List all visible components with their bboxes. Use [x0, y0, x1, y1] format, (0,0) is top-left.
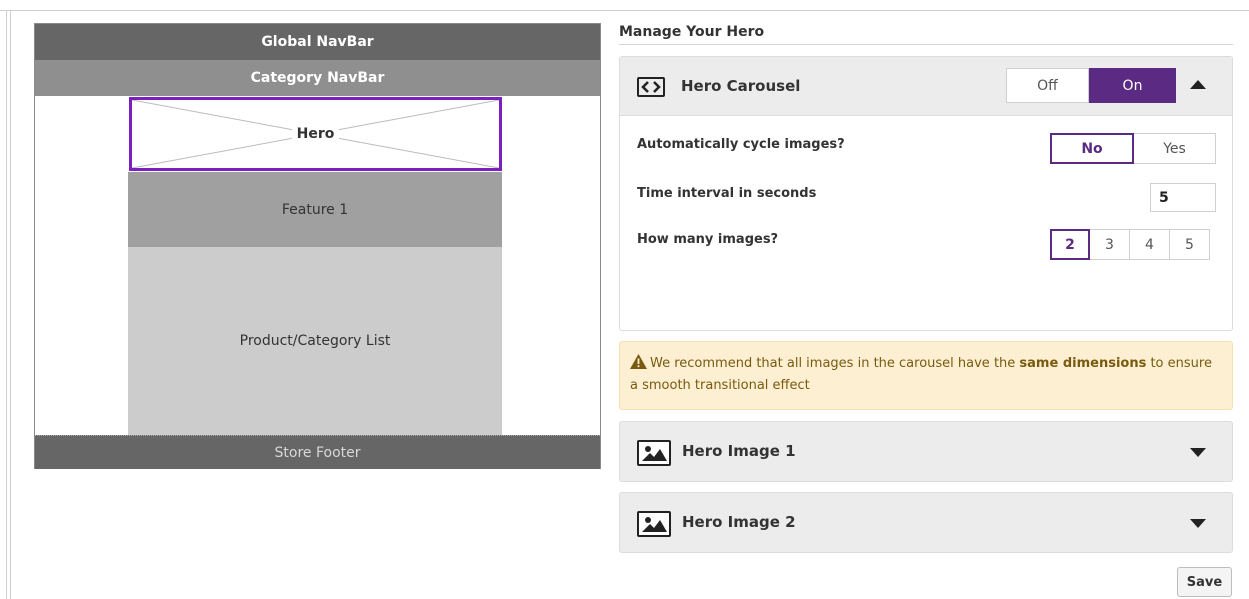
toggle-on-button[interactable]: On	[1089, 68, 1176, 103]
warning-text-emphasis: same dimensions	[1019, 356, 1147, 371]
layout-preview: Global NavBar Category NavBar Hero Featu…	[34, 23, 601, 469]
hero-carousel-title: Hero Carousel	[681, 77, 801, 95]
warning-text-start: We recommend that all images in the caro…	[650, 356, 1020, 371]
hero-image-1-header[interactable]: Hero Image 1	[619, 421, 1233, 482]
frame-left-border-inner	[10, 10, 11, 599]
hero-image-2-title: Hero Image 2	[682, 513, 796, 531]
preview-hero-label: Hero	[291, 126, 340, 142]
hero-carousel-section: Hero Carousel Off On Automatically cycle…	[619, 56, 1233, 331]
panel-title: Manage Your Hero	[619, 24, 765, 40]
cycle-images-label: Automatically cycle images?	[637, 137, 845, 152]
toggle-off-button[interactable]: Off	[1006, 68, 1089, 103]
preview-store-footer[interactable]: Store Footer	[35, 435, 600, 469]
preview-feature-block[interactable]: Feature 1	[128, 172, 502, 247]
frame-left-border	[6, 10, 7, 599]
image-count-option-2[interactable]: 2	[1050, 229, 1090, 260]
hero-image-2-header[interactable]: Hero Image 2	[619, 492, 1233, 553]
code-brackets-icon	[637, 77, 665, 97]
preview-category-navbar[interactable]: Category NavBar	[35, 60, 600, 96]
image-count-option-5[interactable]: 5	[1170, 229, 1210, 260]
dimensions-warning: We recommend that all images in the caro…	[619, 341, 1233, 410]
preview-category-navbar-label: Category NavBar	[250, 70, 385, 86]
save-button[interactable]: Save	[1177, 567, 1232, 597]
preview-product-list-block[interactable]: Product/Category List	[128, 247, 502, 435]
preview-hero-block[interactable]: Hero	[129, 97, 502, 171]
image-count-label: How many images?	[637, 232, 779, 247]
title-divider	[619, 44, 1233, 45]
preview-feature-label: Feature 1	[281, 201, 349, 218]
image-icon	[637, 440, 671, 466]
image-icon	[637, 511, 671, 537]
hero-carousel-header[interactable]: Hero Carousel Off On	[620, 57, 1232, 116]
chevron-down-icon[interactable]	[1190, 448, 1206, 457]
image-count-selector[interactable]: 2 3 4 5	[1050, 229, 1210, 260]
image-count-option-3[interactable]: 3	[1090, 229, 1130, 260]
time-interval-label: Time interval in seconds	[637, 186, 817, 201]
warning-triangle-icon	[630, 354, 647, 369]
cycle-images-toggle[interactable]: No Yes	[1050, 133, 1216, 164]
time-interval-input[interactable]: 5	[1150, 183, 1216, 212]
hero-image-1-title: Hero Image 1	[682, 442, 796, 460]
chevron-up-icon[interactable]	[1190, 80, 1206, 89]
chevron-down-icon[interactable]	[1190, 519, 1206, 528]
preview-store-footer-label: Store Footer	[274, 444, 361, 461]
frame-top-border	[0, 10, 1249, 11]
preview-global-navbar-label: Global NavBar	[261, 34, 374, 50]
preview-global-navbar[interactable]: Global NavBar	[35, 24, 600, 60]
cycle-yes-button[interactable]: Yes	[1134, 133, 1216, 164]
cycle-no-button[interactable]: No	[1050, 133, 1134, 164]
preview-product-list-label: Product/Category List	[239, 333, 391, 349]
image-count-option-4[interactable]: 4	[1130, 229, 1170, 260]
carousel-on-off-toggle[interactable]: Off On	[1006, 68, 1176, 103]
